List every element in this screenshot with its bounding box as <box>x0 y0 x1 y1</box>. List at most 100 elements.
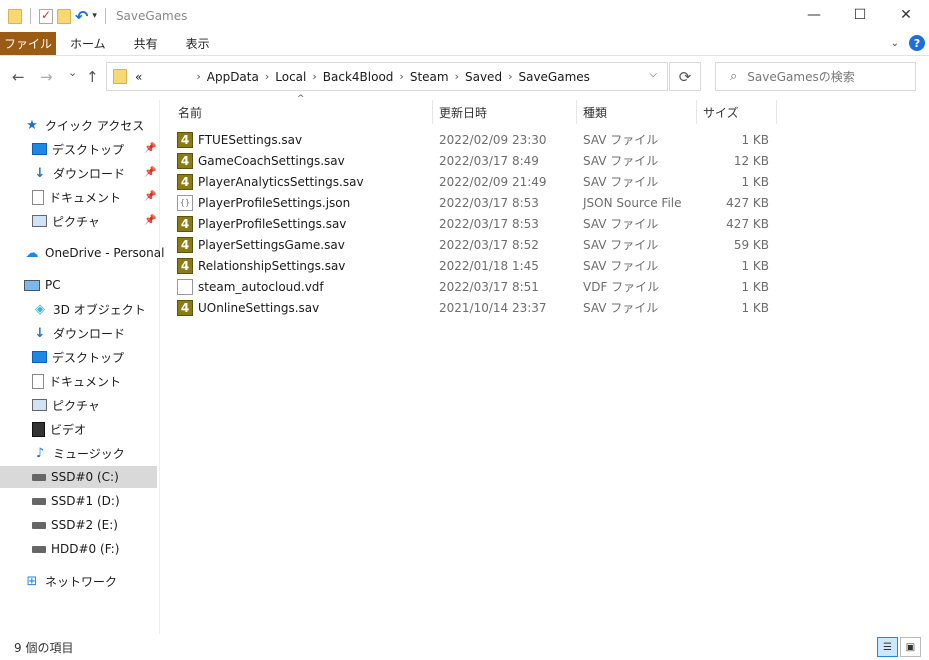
title-bar: ↶ ▾ SaveGames — ☐ ✕ <box>0 0 929 32</box>
expand-ribbon-chevron-icon[interactable]: ⌄ <box>891 38 899 49</box>
table-row[interactable]: 4 GameCoachSettings.sav 2022/03/17 8:49 SAV… <box>177 150 777 171</box>
folder-icon <box>113 69 127 84</box>
tab-share[interactable]: 共有 <box>120 32 172 55</box>
sidebar-item[interactable]: ☁ OneDrive - Personal <box>24 242 165 264</box>
pictures-icon <box>32 399 47 411</box>
breadcrumb-item[interactable]: AppData <box>201 70 265 84</box>
sidebar-item[interactable]: ♪ ミュージック <box>32 442 125 464</box>
sidebar-item[interactable]: ⊞ ネットワーク <box>24 570 117 592</box>
sidebar-item[interactable]: ビデオ <box>32 418 86 440</box>
file-date: 2022/03/17 8:53 <box>439 195 539 210</box>
table-row[interactable]: 4 RelationshipSettings.sav 2022/01/18 1:45… <box>177 255 777 276</box>
overflow-breadcrumb-icon[interactable]: « <box>135 70 142 84</box>
table-row[interactable]: 4 UOnlineSettings.sav 2021/10/14 23:37 SAV … <box>177 297 777 318</box>
sidebar-item[interactable]: ピクチャ <box>32 394 100 416</box>
file-type: VDF ファイル <box>583 280 660 294</box>
breadcrumb-item[interactable]: Steam <box>404 70 455 84</box>
json-file-icon: {} <box>177 194 193 211</box>
back-arrow-icon[interactable]: ← <box>12 68 25 86</box>
sidebar-item[interactable]: ◈ 3D オブジェクト <box>32 298 146 320</box>
music-icon: ♪ <box>35 445 45 461</box>
sidebar-item[interactable]: SSD#0 (C:) <box>0 466 157 488</box>
drive-icon <box>32 545 46 553</box>
minimize-button[interactable]: — <box>791 0 837 30</box>
download-icon: ↓ <box>34 165 46 181</box>
drive-icon <box>32 497 46 505</box>
breadcrumb-item[interactable]: Local <box>269 70 312 84</box>
breadcrumb-item[interactable]: Saved <box>459 70 508 84</box>
close-button[interactable]: ✕ <box>883 0 929 30</box>
sidebar-item-label: HDD#0 (F:) <box>51 542 120 556</box>
sidebar-item[interactable]: ドキュメント <box>32 186 121 208</box>
help-icon[interactable]: ? <box>909 35 925 51</box>
status-bar: 9 個の項目 ☰ ▣ <box>0 634 929 660</box>
table-row[interactable]: 4 FTUESettings.sav 2022/02/09 23:30 SAV ファイ… <box>177 129 777 150</box>
sidebar-item[interactable]: デスクトップ <box>32 138 124 160</box>
table-row[interactable]: 4 PlayerAnalyticsSettings.sav 2022/02/09 2… <box>177 171 777 192</box>
column-divider[interactable] <box>432 100 433 124</box>
column-header-name[interactable]: 名前 <box>178 100 202 124</box>
vdf-file-icon <box>177 278 193 295</box>
column-divider[interactable] <box>576 100 577 124</box>
address-bar[interactable]: « › AppData › Local › Back4Blood › Steam › Saved ›… <box>106 62 668 91</box>
document-icon <box>32 189 44 205</box>
forward-arrow-icon[interactable]: → <box>40 68 53 86</box>
sidebar-item[interactable]: HDD#0 (F:) <box>32 538 119 560</box>
pc-icon <box>24 279 40 291</box>
details-view-icon[interactable]: ☰ <box>877 637 898 657</box>
search-box[interactable]: ⌕ <box>715 62 916 91</box>
column-divider[interactable] <box>776 100 777 124</box>
maximize-button[interactable]: ☐ <box>837 0 883 30</box>
large-icons-view-icon[interactable]: ▣ <box>900 637 921 657</box>
sav-icon: 4 <box>177 299 193 316</box>
pin-icon[interactable]: 📌 <box>144 191 156 202</box>
undo-icon[interactable]: ↶ <box>75 7 88 26</box>
properties-icon[interactable] <box>39 8 53 24</box>
sidebar-item-label: ドキュメント <box>49 190 122 205</box>
pin-icon[interactable]: 📌 <box>144 143 156 154</box>
table-row[interactable]: {} PlayerProfileSettings.json 2022/03/17 8… <box>177 192 777 213</box>
onedrive-cloud-icon: ☁ <box>25 245 39 261</box>
sidebar-item[interactable]: ↓ ダウンロード <box>32 322 125 344</box>
tab-home[interactable]: ホーム <box>56 32 120 55</box>
sidebar-item[interactable]: デスクトップ <box>32 346 124 368</box>
recent-locations-chevron-icon[interactable]: ⌄ <box>68 66 77 79</box>
file-type: SAV ファイル <box>583 175 659 189</box>
column-header-size[interactable]: サイズ <box>703 100 739 124</box>
sidebar-item-label: ネットワーク <box>45 574 118 589</box>
sidebar-item[interactable]: ピクチャ <box>32 210 100 232</box>
search-input[interactable] <box>747 69 908 84</box>
customize-toolbar-chevron-icon[interactable]: ▾ <box>92 11 97 21</box>
file-type: SAV ファイル <box>583 301 659 315</box>
breadcrumb-item[interactable]: SaveGames <box>512 70 595 84</box>
address-dropdown-chevron-icon[interactable]: ⌵ <box>649 69 657 80</box>
tab-file[interactable]: ファイル <box>0 32 56 55</box>
column-divider[interactable] <box>696 100 697 124</box>
file-type: JSON Source File <box>583 195 682 210</box>
up-arrow-icon[interactable]: ↑ <box>86 68 99 86</box>
pin-icon[interactable]: 📌 <box>144 167 156 178</box>
sidebar-item-label: ピクチャ <box>52 398 100 413</box>
table-row[interactable]: steam_autocloud.vdf 2022/03/17 8:51 VDF ファ… <box>177 276 777 297</box>
file-name: PlayerSettingsGame.sav <box>198 237 345 252</box>
file-size: 427 KB <box>726 195 769 210</box>
new-folder-icon[interactable] <box>57 8 71 24</box>
search-icon: ⌕ <box>730 69 738 84</box>
view-switcher: ☰ ▣ <box>877 637 921 657</box>
pin-icon[interactable]: 📌 <box>144 215 156 226</box>
breadcrumb-item[interactable]: Back4Blood <box>317 70 400 84</box>
column-header-type[interactable]: 種類 <box>583 100 607 124</box>
sidebar-item[interactable]: SSD#1 (D:) <box>32 490 120 512</box>
sidebar-item[interactable]: ドキュメント <box>32 370 121 392</box>
sav-icon: 4 <box>177 215 193 232</box>
sidebar-item[interactable]: SSD#2 (E:) <box>32 514 118 536</box>
sidebar-item[interactable]: PC <box>24 274 61 296</box>
refresh-button[interactable]: ⟳ <box>669 62 701 91</box>
table-row[interactable]: 4 PlayerSettingsGame.sav 2022/03/17 8:52 SA… <box>177 234 777 255</box>
sidebar-item[interactable]: ★ クイック アクセス <box>24 114 144 136</box>
table-row[interactable]: 4 PlayerProfileSettings.sav 2022/03/17 8:5… <box>177 213 777 234</box>
sidebar-item[interactable]: ↓ ダウンロード <box>32 162 125 184</box>
sav-icon: 4 <box>177 131 193 148</box>
column-header-date[interactable]: 更新日時 <box>439 100 487 124</box>
tab-view[interactable]: 表示 <box>172 32 224 55</box>
